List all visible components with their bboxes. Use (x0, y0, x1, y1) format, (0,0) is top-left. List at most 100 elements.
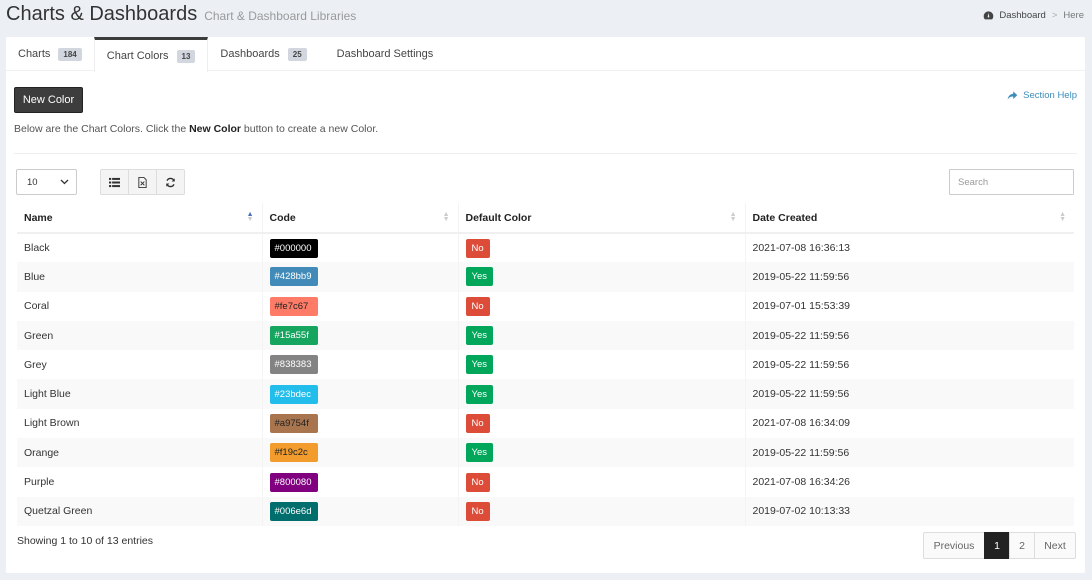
table-row[interactable]: Light Blue #23bdec Yes 2019-05-22 11:59:56 (17, 379, 1074, 409)
cell-name: Green (17, 320, 263, 351)
table-body: Black #000000 No 2021-07-08 16:36:13 Blue #42… (17, 233, 1074, 526)
color-code-swatch: #fe7c67 (269, 296, 318, 316)
color-name: Light Brown (24, 417, 80, 430)
tab-label: Chart Colors (106, 50, 169, 62)
column-header-date-created[interactable]: Date Created ▲ ▼ (745, 203, 1074, 234)
sort-icon: ▲ ▼ (1059, 211, 1066, 223)
tab-dashboard-settings[interactable]: Dashboard Settings (319, 37, 446, 71)
table-tools (100, 169, 185, 195)
cell-code: #006e6d (262, 496, 459, 526)
section-help-link[interactable]: Section Help (1007, 90, 1077, 101)
breadcrumb: Dashboard > Here (983, 10, 1084, 21)
next-page-button[interactable]: Next (1034, 532, 1076, 559)
cell-default: Yes (458, 379, 746, 409)
tab-label: Charts (18, 48, 51, 60)
color-name: Black (24, 242, 50, 255)
cell-name: Blue (17, 262, 263, 292)
cell-default: No (458, 496, 746, 526)
new-color-button[interactable]: New Color (14, 87, 83, 113)
page-button-1[interactable]: 1 (984, 532, 1010, 559)
tab-dashboards[interactable]: Dashboards 25 (208, 37, 318, 71)
date-created: 2019-05-22 11:59:56 (752, 388, 850, 401)
cell-date-created: 2019-05-22 11:59:56 (745, 350, 1074, 379)
page-header: Charts & Dashboards Chart & Dashboard Li… (6, 3, 356, 26)
date-created: 2019-05-22 11:59:56 (752, 446, 850, 459)
tab-chart-colors[interactable]: Chart Colors 13 (93, 37, 209, 72)
date-created: 2021-07-08 16:36:13 (752, 242, 851, 255)
page-length-select[interactable]: 10 (16, 169, 77, 195)
color-name: Light Blue (24, 388, 71, 401)
export-excel-button[interactable] (128, 169, 157, 195)
column-header-name[interactable]: Name ▲ ▼ (17, 203, 263, 234)
breadcrumb-current: Here (1063, 10, 1084, 21)
cell-code: #f19c2c (262, 438, 459, 468)
cell-date-created: 2021-07-08 16:36:13 (745, 233, 1074, 262)
intro-text-start: Below are the Chart Colors. Click the (14, 123, 190, 135)
page-subtitle: Chart & Dashboard Libraries (204, 9, 357, 23)
page-title: Charts & Dashboards (6, 3, 198, 25)
table-row[interactable]: Quetzal Green #006e6d No 2019-07-02 10:13:3… (17, 496, 1074, 526)
breadcrumb-home-link[interactable]: Dashboard (999, 10, 1045, 21)
color-code-swatch: #a9754f (269, 413, 318, 433)
color-code-swatch: #006e6d (269, 501, 318, 521)
cell-default: Yes (458, 438, 746, 468)
default-color-badge: No (465, 501, 490, 521)
section-help-label: Section Help (1023, 90, 1077, 101)
color-code-swatch: #428bb9 (269, 267, 318, 287)
cell-name: Black (17, 233, 263, 263)
sort-icon: ▲ ▼ (729, 211, 737, 223)
tab-count-badge: 184 (58, 47, 82, 61)
share-icon (1007, 91, 1018, 100)
previous-page-button[interactable]: Previous (923, 532, 985, 559)
tab-count-badge: 13 (176, 49, 196, 63)
table-row[interactable]: Green #15a55f Yes 2019-05-22 11:59:56 (17, 320, 1074, 351)
cell-name: Coral (17, 291, 263, 321)
table-row[interactable]: Grey #838383 Yes 2019-05-22 11:59:56 (17, 350, 1074, 380)
search-input[interactable] (949, 169, 1074, 195)
intro-text: Below are the Chart Colors. Click the Ne… (14, 123, 378, 135)
chevron-down-icon (60, 179, 69, 185)
cell-date-created: 2019-05-22 11:59:56 (745, 320, 1074, 351)
date-created: 2019-05-22 11:59:56 (752, 358, 850, 371)
color-code-swatch: #000000 (269, 238, 318, 258)
column-header-label: Code (269, 211, 296, 224)
cell-code: #000000 (262, 233, 459, 263)
cell-date-created: 2019-05-22 11:59:56 (745, 438, 1074, 468)
divider (14, 153, 1077, 154)
refresh-button[interactable] (156, 169, 185, 195)
tab-label: Dashboards (220, 48, 280, 60)
cell-default: Yes (458, 262, 746, 292)
date-created: 2019-07-02 10:13:33 (752, 505, 851, 518)
color-code-swatch: #800080 (269, 472, 318, 492)
cell-code: #15a55f (262, 320, 459, 351)
default-color-badge: Yes (465, 267, 493, 287)
list-view-button[interactable] (100, 169, 129, 195)
color-name: Green (24, 329, 54, 342)
cell-default: No (458, 408, 746, 439)
cell-name: Light Blue (17, 379, 263, 409)
cell-name: Light Brown (17, 408, 263, 439)
tab-charts[interactable]: Charts 184 (6, 37, 94, 71)
cell-date-created: 2019-07-02 10:13:33 (745, 496, 1074, 526)
table-row[interactable]: Light Brown #a9754f No 2021-07-08 16:34:09 (17, 408, 1074, 439)
table-row[interactable]: Purple #800080 No 2021-07-08 16:34:26 (17, 467, 1074, 497)
table-row[interactable]: Blue #428bb9 Yes 2019-05-22 11:59:56 (17, 262, 1074, 292)
table-row[interactable]: Coral #fe7c67 No 2019-07-01 15:53:39 (17, 291, 1074, 321)
color-name: Orange (24, 446, 60, 459)
cell-name: Quetzal Green (17, 496, 263, 526)
page-button-2[interactable]: 2 (1009, 532, 1035, 559)
cell-code: #838383 (262, 350, 459, 380)
date-created: 2021-07-08 16:34:26 (752, 476, 851, 489)
cell-default: Yes (458, 320, 746, 351)
cell-name: Purple (17, 467, 263, 497)
column-header-code[interactable]: Code ▲ ▼ (262, 203, 459, 234)
color-name: Blue (24, 270, 46, 283)
color-name: Grey (24, 358, 47, 371)
column-header-default-color[interactable]: Default Color ▲ ▼ (458, 203, 746, 234)
cell-default: No (458, 467, 746, 497)
cell-date-created: 2021-07-08 16:34:09 (745, 409, 1074, 438)
table-row[interactable]: Orange #f19c2c Yes 2019-05-22 11:59:56 (17, 438, 1074, 468)
breadcrumb-separator: > (1051, 10, 1058, 21)
table-row[interactable]: Black #000000 No 2021-07-08 16:36:13 (17, 233, 1074, 263)
tab-count-badge: 25 (287, 47, 307, 61)
